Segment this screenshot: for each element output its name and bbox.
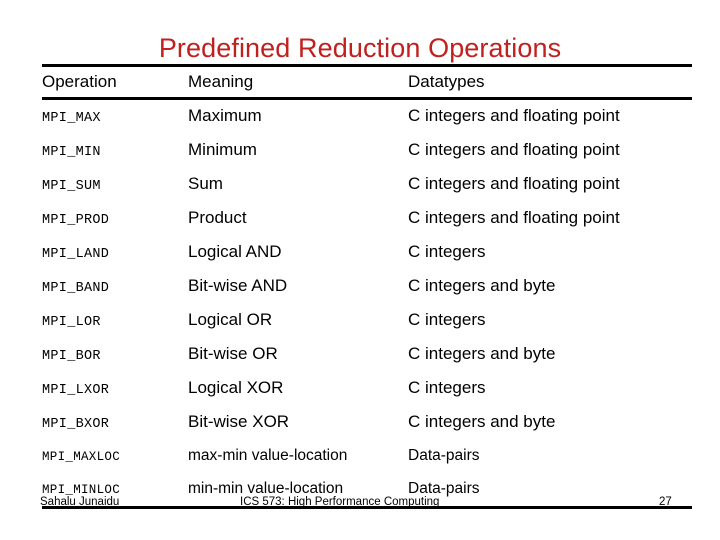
cell-operation: MPI_BAND (42, 281, 110, 296)
table-row: MPI_MAXLOC max-min value-location Data-p… (42, 440, 692, 473)
table-body-wrapper: MPI_MAX Maximum C integers and floating … (42, 100, 692, 506)
cell-operation: MPI_BOR (42, 349, 101, 364)
slide-footer: Sahalu Junaidu ICS 573: High Performance… (0, 494, 720, 514)
table-row: MPI_LAND Logical AND C integers (42, 236, 692, 270)
cell-datatypes: C integers and byte (408, 412, 556, 431)
footer-author: Sahalu Junaidu (40, 496, 120, 508)
footer-course: ICS 573: High Performance Computing (240, 496, 440, 508)
page-title: Predefined Reduction Operations (158, 33, 562, 64)
cell-datatypes: Data-pairs (408, 447, 480, 464)
cell-operation: MPI_LOR (42, 315, 101, 330)
cell-meaning: Product (188, 208, 247, 227)
table-row: MPI_MIN Minimum C integers and floating … (42, 134, 692, 168)
table-row: MPI_LOR Logical OR C integers (42, 304, 692, 338)
cell-datatypes: C integers and floating point (408, 208, 620, 227)
column-header-operation: Operation (42, 72, 117, 91)
cell-meaning: Bit-wise AND (188, 276, 288, 295)
cell-meaning: Logical OR (188, 310, 273, 329)
cell-datatypes: C integers (408, 378, 486, 397)
table-row: MPI_PROD Product C integers and floating… (42, 202, 692, 236)
cell-operation: MPI_SUM (42, 179, 101, 194)
cell-datatypes: C integers (408, 242, 486, 261)
cell-datatypes: C integers and byte (408, 276, 556, 295)
cell-datatypes: C integers and byte (408, 344, 556, 363)
table-header-row: Operation Meaning Datatypes (42, 67, 692, 97)
cell-operation: MPI_MAXLOC (42, 450, 121, 464)
cell-operation: MPI_LAND (42, 247, 110, 262)
table-row: MPI_LXOR Logical XOR C integers (42, 372, 692, 406)
cell-meaning: Logical XOR (188, 378, 284, 397)
cell-meaning: Bit-wise XOR (188, 412, 290, 431)
cell-operation: MPI_LXOR (42, 383, 110, 398)
table-row: MPI_BAND Bit-wise AND C integers and byt… (42, 270, 692, 304)
column-header-datatypes: Datatypes (408, 72, 485, 91)
cell-datatypes: C integers and floating point (408, 174, 620, 193)
cell-meaning: Logical AND (188, 242, 282, 261)
cell-operation: MPI_PROD (42, 213, 110, 228)
cell-operation: MPI_MIN (42, 145, 101, 160)
table: Operation Meaning Datatypes (42, 67, 692, 97)
table-row: MPI_BXOR Bit-wise XOR C integers and byt… (42, 406, 692, 440)
table-row: MPI_MAX Maximum C integers and floating … (42, 100, 692, 134)
cell-meaning: Minimum (188, 140, 257, 159)
cell-meaning: Sum (188, 174, 223, 193)
table-body: MPI_MAX Maximum C integers and floating … (42, 100, 692, 506)
cell-datatypes: C integers and floating point (408, 140, 620, 159)
table-row: MPI_SUM Sum C integers and floating poin… (42, 168, 692, 202)
reduction-operations-table: Operation Meaning Datatypes MPI_MAX Maxi… (42, 64, 692, 509)
table-row: MPI_BOR Bit-wise OR C integers and byte (42, 338, 692, 372)
cell-operation: MPI_MAX (42, 111, 101, 126)
cell-meaning: Maximum (188, 106, 262, 125)
footer-page-number: 27 (659, 496, 672, 508)
cell-operation: MPI_BXOR (42, 417, 110, 432)
table-header: Operation Meaning Datatypes (42, 67, 692, 97)
cell-meaning: Bit-wise OR (188, 344, 278, 363)
column-header-meaning: Meaning (188, 72, 254, 91)
cell-datatypes: C integers (408, 310, 486, 329)
cell-datatypes: C integers and floating point (408, 106, 620, 125)
slide: Predefined Reduction Operations Operatio… (0, 0, 720, 540)
cell-meaning: max-min value-location (188, 447, 348, 464)
